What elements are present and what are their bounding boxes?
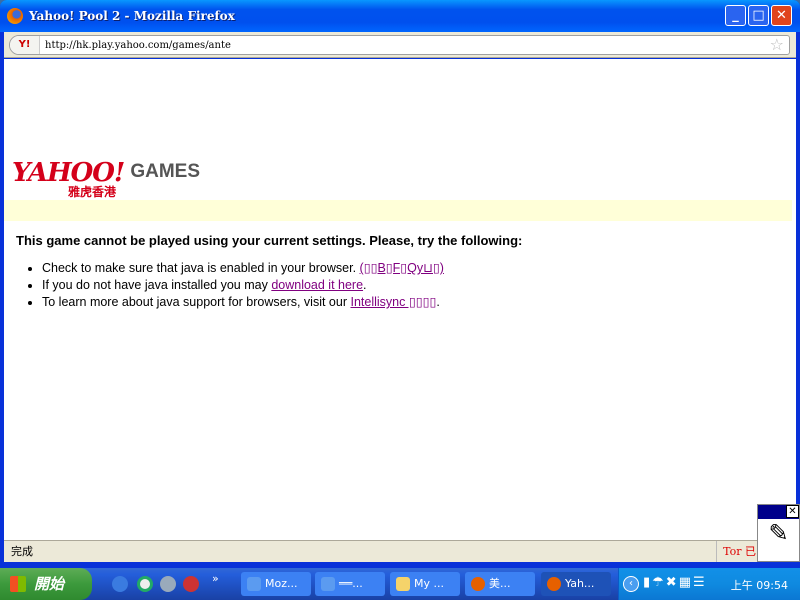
taskbar: 開始 » Moz... ══... My ... 美... Yah... ‹ ▮… bbox=[0, 568, 800, 600]
item-text: Check to make sure that java is enabled … bbox=[42, 261, 360, 275]
messenger-icon[interactable] bbox=[160, 576, 176, 592]
tor-status[interactable]: Tor 已 bbox=[716, 541, 756, 562]
task-mozilla[interactable]: Moz... bbox=[241, 572, 311, 596]
windows-logo-icon bbox=[10, 576, 26, 592]
show-hidden-icons-button[interactable]: ‹ bbox=[623, 576, 639, 592]
task-my-folder[interactable]: My ... bbox=[390, 572, 460, 596]
firefox-icon bbox=[471, 577, 485, 591]
clock[interactable]: 上午 09:54 bbox=[731, 577, 788, 593]
start-button[interactable]: 開始 bbox=[0, 568, 92, 600]
error-heading: This game cannot be played using your cu… bbox=[16, 233, 523, 248]
download-link[interactable]: download it here bbox=[271, 278, 363, 292]
list-item: If you do not have java installed you ma… bbox=[42, 277, 522, 294]
error-message: This game cannot be played using your cu… bbox=[16, 233, 522, 311]
site-favicon[interactable]: Y! bbox=[10, 36, 40, 54]
pen-icon: ✎ bbox=[768, 519, 789, 547]
header-band bbox=[4, 200, 792, 221]
yahoo-games-logo[interactable]: YAHOO! 雅虎香港 GAMES bbox=[12, 159, 201, 199]
url-field[interactable]: Y! http://hk.play.yahoo.com/games/ante ☆ bbox=[9, 35, 790, 55]
java-enable-link[interactable]: (▯▯B▯F▯Qy⊔▯) bbox=[360, 261, 444, 275]
folder-icon bbox=[396, 577, 410, 591]
task-yahoo-pool[interactable]: Yah... bbox=[541, 572, 611, 596]
window-title: Yahoo! Pool 2 - Mozilla Firefox bbox=[29, 9, 235, 23]
maximize-button[interactable]: □ bbox=[748, 5, 769, 26]
navigation-toolbar: Y! http://hk.play.yahoo.com/games/ante ☆ bbox=[4, 32, 796, 58]
task-firefox[interactable]: 美... bbox=[465, 572, 535, 596]
floating-popup[interactable]: ✕ ✎ bbox=[757, 504, 800, 562]
firefox-icon bbox=[547, 577, 561, 591]
item-after: . bbox=[436, 295, 440, 309]
item-after: . bbox=[363, 278, 367, 292]
ie-icon bbox=[247, 577, 261, 591]
status-bar: 完成 Tor 已 bbox=[4, 540, 796, 562]
list-item: Check to make sure that java is enabled … bbox=[42, 260, 522, 277]
bookmark-star-icon[interactable]: ☆ bbox=[770, 36, 784, 54]
media-player-icon[interactable] bbox=[137, 576, 153, 592]
chevron-icon[interactable]: » bbox=[212, 572, 219, 585]
tray-icons[interactable]: ▮☂✖▦☰ bbox=[643, 575, 707, 590]
task-label: Moz... bbox=[265, 577, 298, 590]
status-text: 完成 bbox=[11, 545, 33, 558]
ie-quicklaunch-icon[interactable] bbox=[112, 576, 128, 592]
page-content: YAHOO! 雅虎香港 GAMES This game cannot be pl… bbox=[4, 59, 796, 540]
popup-close-icon[interactable]: ✕ bbox=[786, 505, 799, 518]
yahoo-chinese-text: 雅虎香港 bbox=[68, 185, 117, 199]
app-quicklaunch-icon[interactable] bbox=[183, 576, 199, 592]
intellisync-link[interactable]: Intellisync ▯▯▯▯ bbox=[350, 295, 436, 309]
task-label: My ... bbox=[414, 577, 444, 590]
url-text[interactable]: http://hk.play.yahoo.com/games/ante bbox=[45, 40, 231, 51]
start-label: 開始 bbox=[34, 575, 65, 593]
task-label: 美... bbox=[489, 577, 511, 590]
task-ie[interactable]: ══... bbox=[315, 572, 385, 596]
task-label: Yah... bbox=[565, 577, 595, 590]
item-text: If you do not have java installed you ma… bbox=[42, 278, 272, 292]
task-label: ══... bbox=[339, 577, 363, 590]
minimize-button[interactable]: _ bbox=[725, 5, 746, 26]
item-text: To learn more about java support for bro… bbox=[42, 295, 351, 309]
title-bar[interactable]: Yahoo! Pool 2 - Mozilla Firefox _ □ ✕ bbox=[0, 0, 800, 32]
firefox-icon bbox=[7, 8, 23, 24]
close-button[interactable]: ✕ bbox=[771, 5, 792, 26]
ie-icon bbox=[321, 577, 335, 591]
browser-window: Yahoo! Pool 2 - Mozilla Firefox _ □ ✕ Y!… bbox=[0, 0, 800, 568]
system-tray: ‹ ▮☂✖▦☰ 上午 09:54 bbox=[618, 568, 800, 600]
list-item: To learn more about java support for bro… bbox=[42, 294, 522, 311]
games-logo-text: GAMES bbox=[130, 161, 201, 182]
